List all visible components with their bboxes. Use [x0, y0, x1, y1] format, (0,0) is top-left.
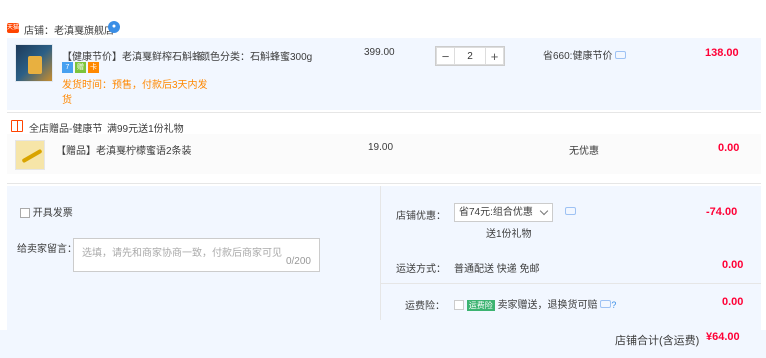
gift-icon	[11, 120, 23, 132]
insurance-value: 卖家赠送，退换货可赔	[497, 300, 598, 311]
unit-price: 399.00	[364, 47, 395, 58]
discount-info-icon[interactable]	[615, 51, 627, 59]
chevron-down-icon	[539, 206, 549, 216]
gift-unit-price: 19.00	[368, 142, 394, 153]
shop-discount-select[interactable]: 省74元:组合优惠	[454, 203, 553, 222]
shipping-value: 普通配送 快递 免邮	[454, 264, 540, 275]
shop-label-text: 店铺：	[24, 26, 54, 37]
chat-bubble-icon[interactable]	[600, 300, 612, 308]
invoice-option[interactable]: 开具发票	[20, 204, 73, 219]
shop-total-amount: ¥64.00	[706, 331, 740, 343]
seller-message-placeholder: 选填，请先和商家协商一致，付款后商家可见	[82, 248, 282, 259]
gift-header: 全店赠品-健康节	[29, 124, 103, 135]
seven-day-return-icon: 7	[62, 62, 73, 73]
card-payment-icon: 卡	[88, 62, 99, 73]
insurance-label: 运费险：	[405, 301, 445, 312]
shop-discount-label: 店铺优惠：	[396, 211, 446, 222]
char-count: 0/200	[285, 256, 311, 267]
divider	[7, 112, 761, 113]
decrease-button[interactable]: −	[436, 47, 455, 65]
tmall-badge-icon: 天猫	[7, 23, 20, 33]
product-title-link[interactable]: 【健康节价】老滇戛鲜榨石斛蜂...	[62, 48, 210, 63]
shop-discount-info[interactable]	[565, 207, 576, 218]
shop-label: 店铺：老滇戛旗舰店	[24, 22, 114, 37]
divider	[381, 283, 761, 284]
quantity-input[interactable]: 2	[455, 47, 485, 65]
shop-discount-amount: -74.00	[706, 206, 738, 218]
delivery-time-text-cont: 货	[62, 95, 72, 106]
seller-message-input[interactable]: 选填，请先和商家协商一致，付款后商家可见 0/200	[73, 238, 320, 272]
insurance-row: 运费险 卖家赠送，退换货可赔 ?	[454, 296, 616, 311]
help-icon[interactable]: ?	[611, 300, 616, 310]
gift-discount: 无优惠	[569, 146, 599, 157]
product-sku: 颜色分类：石斛蜂蜜300g	[200, 52, 313, 63]
item-subtotal: 138.00	[705, 47, 739, 59]
shop-discount-sub: 送1份礼物	[486, 229, 532, 240]
message-label: 给卖家留言：	[17, 244, 77, 255]
shop-name-link[interactable]: 老滇戛旗舰店	[54, 26, 114, 37]
product-thumbnail[interactable]	[15, 44, 53, 82]
increase-button[interactable]: +	[485, 47, 504, 65]
gift-tag-icon: 赠	[75, 62, 86, 73]
shipping-amount: 0.00	[722, 259, 744, 271]
quantity-stepper[interactable]: − 2 +	[435, 46, 505, 66]
gift-subtotal: 0.00	[718, 142, 740, 154]
column-divider	[380, 186, 381, 320]
chat-bubble-icon[interactable]	[565, 207, 576, 215]
shop-discount-selected: 省74元:组合优惠	[459, 207, 533, 218]
service-tags: 7 赠 卡	[62, 62, 101, 73]
invoice-checkbox[interactable]	[20, 208, 30, 219]
item-discount-text: 省660:健康节价	[543, 51, 613, 62]
delivery-time-text: 发货时间：预售，付款后3天内发	[62, 80, 208, 91]
shop-total-label: 店铺合计(含运费)	[615, 335, 700, 347]
invoice-label: 开具发票	[32, 208, 73, 219]
insurance-amount: 0.00	[722, 296, 744, 308]
insurance-badge: 运费险	[466, 299, 495, 311]
insurance-checkbox	[454, 300, 464, 311]
gift-title-link[interactable]: 【赠品】老滇戛柠檬蜜语2条装	[56, 142, 192, 157]
gift-thumbnail[interactable]	[15, 140, 45, 170]
item-discount: 省660:健康节价	[543, 47, 627, 62]
divider	[7, 183, 761, 184]
shipping-label: 运送方式：	[396, 264, 446, 275]
wangwang-chat-icon[interactable]: ●	[108, 21, 120, 33]
gift-promo: 满99元送1份礼物	[107, 124, 184, 135]
